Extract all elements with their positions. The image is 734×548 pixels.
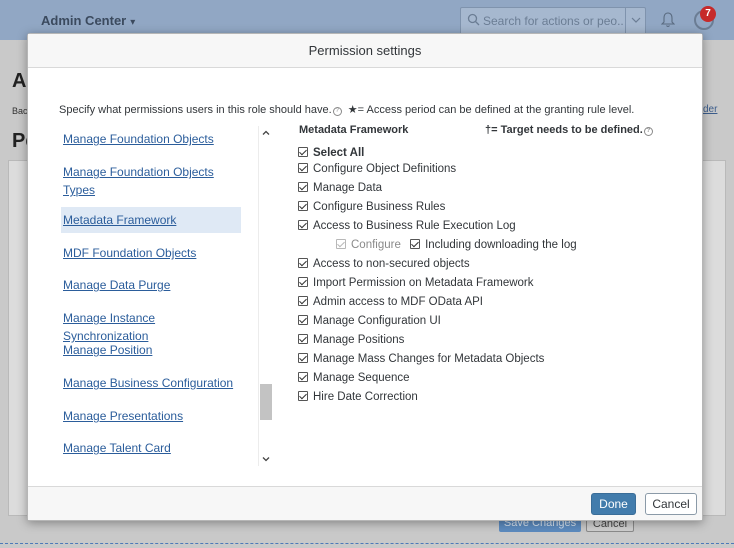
- checkbox-checked-icon[interactable]: [298, 315, 308, 325]
- permission-checkbox[interactable]: Access to non-secured objects: [298, 256, 470, 272]
- category-label: Manage Foundation Objects Types: [63, 165, 214, 197]
- permission-checkbox[interactable]: Manage Positions: [298, 332, 404, 348]
- target-note: †= Target needs to be defined.?: [485, 124, 656, 136]
- permission-label: Configure Business Rules: [313, 201, 446, 213]
- category-item-selected[interactable]: Metadata Framework: [61, 207, 241, 233]
- select-all-checkbox[interactable]: Select All: [298, 145, 364, 161]
- checkbox-checked-icon[interactable]: [298, 163, 308, 173]
- category-item[interactable]: Manage Talent Card: [61, 435, 241, 461]
- cancel-button[interactable]: Cancel: [645, 493, 697, 515]
- permission-checkbox[interactable]: Configure Business Rules: [298, 199, 445, 215]
- permission-checkbox[interactable]: Access to Business Rule Execution Log: [298, 218, 516, 234]
- permission-label: Import Permission on Metadata Framework: [313, 277, 534, 289]
- page-divider: [0, 543, 734, 544]
- done-button[interactable]: Done: [591, 493, 636, 515]
- permission-checkbox[interactable]: Manage Data: [298, 180, 382, 196]
- permission-label: Configure Object Definitions: [313, 163, 457, 175]
- search-input[interactable]: Search for actions or peo...: [483, 14, 623, 28]
- checkbox-checked-icon[interactable]: [298, 220, 308, 230]
- search-icon: [467, 13, 480, 26]
- checkbox-checked-icon[interactable]: [298, 334, 308, 344]
- intro-note: ★= Access period can be defined at the g…: [347, 104, 635, 116]
- category-label: Manage Presentations: [63, 409, 184, 423]
- permission-checkbox[interactable]: Hire Date Correction: [298, 389, 418, 405]
- shell-title-menu[interactable]: Admin Center ▾: [41, 13, 135, 28]
- category-item[interactable]: Manage Position: [61, 337, 241, 363]
- category-label: MDF Foundation Objects: [63, 246, 197, 260]
- permission-checkbox[interactable]: Configure Object Definitions: [298, 161, 456, 177]
- category-item[interactable]: Manage Business Configuration: [61, 370, 241, 396]
- checkbox-checked-icon[interactable]: [410, 239, 421, 249]
- help-icon[interactable]: ?: [643, 127, 653, 136]
- category-label: Manage Position: [63, 343, 153, 357]
- permission-checkbox[interactable]: Manage Configuration UI: [298, 313, 441, 329]
- permission-label: Manage Positions: [313, 334, 405, 346]
- chevron-down-icon[interactable]: [261, 454, 271, 464]
- category-item[interactable]: Manage Presentations: [61, 403, 241, 429]
- checkbox-checked-icon[interactable]: [298, 277, 308, 287]
- permission-label: Manage Data: [313, 182, 383, 194]
- permission-label: Admin access to MDF OData API: [313, 296, 484, 308]
- chevron-down-icon: [631, 17, 641, 23]
- background-link[interactable]: der: [703, 104, 717, 115]
- category-label: Metadata Framework: [63, 213, 177, 227]
- checkbox-checked-icon[interactable]: [298, 391, 308, 401]
- checkbox-checked-icon[interactable]: [298, 353, 308, 363]
- dialog-footer: Done Cancel: [28, 486, 702, 520]
- notification-badge: 7: [700, 6, 716, 22]
- category-label: Manage Data Purge: [63, 278, 171, 292]
- permission-label: Manage Mass Changes for Metadata Objects: [313, 353, 545, 365]
- shell-title: Admin Center: [41, 13, 127, 28]
- permission-label: Access to Business Rule Execution Log: [313, 220, 516, 232]
- permission-settings-dialog: Permission settings Specify what permiss…: [27, 33, 703, 521]
- permission-label: Hire Date Correction: [313, 391, 418, 403]
- background-heading: A: [12, 70, 27, 92]
- permission-checkbox[interactable]: Manage Mass Changes for Metadata Objects: [298, 351, 544, 367]
- sub-permission-row: Configure Including downloading the log: [336, 237, 577, 253]
- including-label: Including downloading the log: [425, 239, 577, 251]
- checkbox-checked-icon[interactable]: [298, 201, 308, 211]
- permission-checkbox[interactable]: Import Permission on Metadata Framework: [298, 275, 534, 291]
- permission-checkbox[interactable]: Admin access to MDF OData API: [298, 294, 483, 310]
- shell-search[interactable]: Search for actions or peo...: [460, 7, 646, 35]
- chevron-up-icon[interactable]: [261, 128, 271, 138]
- dialog-title: Permission settings: [308, 43, 422, 58]
- category-item[interactable]: Manage Foundation Objects Types: [61, 159, 241, 203]
- category-label: Manage Business Configuration: [63, 376, 234, 390]
- category-item[interactable]: Manage Foundation Objects: [61, 126, 241, 152]
- scrollbar-thumb[interactable]: [260, 384, 272, 420]
- permission-label: Access to non-secured objects: [313, 258, 470, 270]
- bell-icon[interactable]: [661, 12, 675, 28]
- permission-checkbox[interactable]: Manage Sequence: [298, 370, 410, 386]
- checkbox-checked-icon[interactable]: [298, 372, 308, 382]
- permission-label: Manage Configuration UI: [313, 315, 441, 327]
- dialog-header: Permission settings: [28, 34, 702, 68]
- category-scrollbar[interactable]: [258, 126, 272, 466]
- permissions-heading: Metadata Framework: [299, 124, 409, 136]
- checkbox-checked-icon[interactable]: [298, 296, 308, 306]
- intro-text: Specify what permissions users in this r…: [59, 104, 332, 116]
- category-item[interactable]: MDF Foundation Objects: [61, 240, 241, 266]
- checkbox-checked-icon[interactable]: [298, 182, 308, 192]
- chevron-down-icon: ▾: [130, 17, 136, 28]
- select-all-label: Select All: [313, 147, 365, 159]
- checkbox-disabled-icon: [336, 239, 346, 249]
- permission-label: Manage Sequence: [313, 372, 410, 384]
- help-icon[interactable]: ?: [332, 107, 342, 116]
- category-label: Manage Foundation Objects: [63, 132, 214, 146]
- background-breadcrumb: Bac: [12, 106, 28, 116]
- category-list: Manage Foundation Objects Manage Foundat…: [61, 126, 241, 466]
- dialog-intro: Specify what permissions users in this r…: [59, 103, 634, 116]
- search-dropdown-button[interactable]: [625, 8, 645, 34]
- checkbox-checked-icon[interactable]: [298, 147, 308, 157]
- checkbox-checked-icon[interactable]: [298, 258, 308, 268]
- category-label: Manage Talent Card: [63, 441, 171, 455]
- configure-label: Configure: [351, 239, 401, 251]
- target-note-text: †= Target needs to be defined.: [485, 124, 643, 136]
- category-item[interactable]: Manage Data Purge: [61, 272, 241, 298]
